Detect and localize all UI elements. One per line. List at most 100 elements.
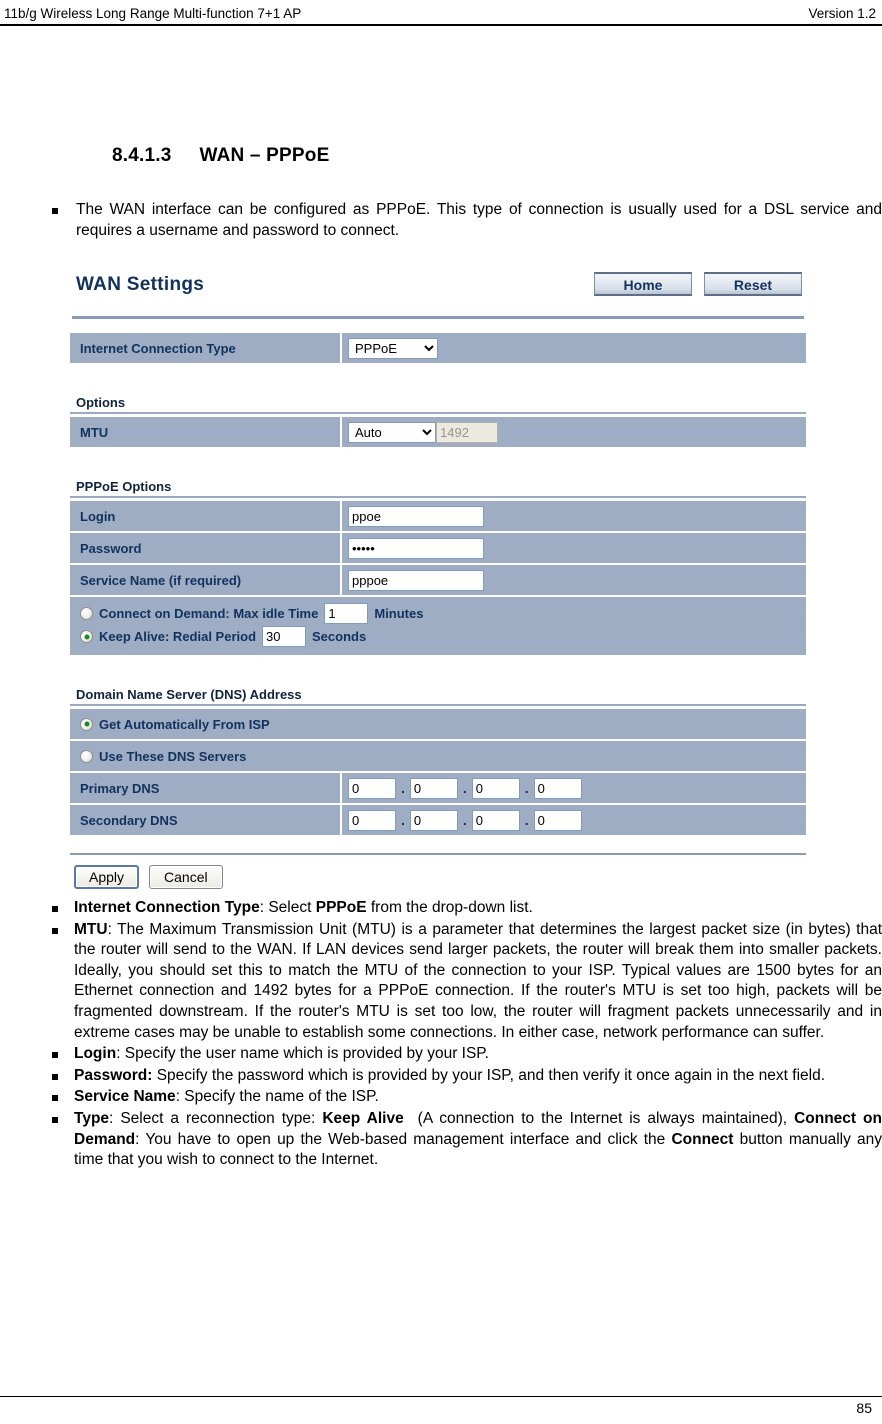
keep-alive-label: Keep Alive: Redial Period	[99, 629, 257, 644]
secondary-dns-value: . . .	[342, 805, 806, 835]
keep-alive-radio-icon[interactable]	[80, 630, 93, 643]
header-product-name: 11b/g Wireless Long Range Multi-function…	[4, 5, 302, 21]
keep-alive-option[interactable]: Keep Alive: Redial Period Seconds	[80, 626, 806, 647]
intro-paragraph: The WAN interface can be configured as P…	[76, 201, 882, 239]
mtu-value-input	[436, 421, 498, 443]
dns-auto-radio-icon[interactable]	[80, 717, 93, 731]
section-number: 8.4.1.3	[112, 145, 172, 166]
footer-divider	[0, 1396, 882, 1397]
document-running-header: 11b/g Wireless Long Range Multi-function…	[0, 0, 882, 26]
section-spacer-3	[68, 657, 808, 687]
dns-dot-separator: .	[401, 812, 405, 828]
dns-dot-separator: .	[462, 780, 467, 796]
connect-on-demand-radio-icon[interactable]	[80, 607, 93, 620]
login-value	[342, 501, 806, 531]
header-version: Version 1.2	[808, 5, 876, 21]
section-title: WAN – PPPoE	[199, 145, 330, 166]
max-idle-time-unit: Minutes	[374, 606, 424, 621]
dns-group-header: Domain Name Server (DNS) Address	[70, 687, 806, 706]
description-password: Password: Specify the password which is …	[74, 1066, 826, 1084]
secondary-dns-octet-2[interactable]	[409, 809, 458, 831]
wan-settings-topbar: WAN Settings Home Reset	[68, 272, 808, 314]
dns-dot-separator: .	[462, 812, 467, 828]
connect-on-demand-label: Connect on Demand: Max idle Time	[99, 606, 319, 621]
connect-on-demand-option[interactable]: Connect on Demand: Max idle Time Minutes	[80, 603, 806, 624]
mtu-mode-select[interactable]: Auto	[348, 421, 436, 443]
description-internet-connection-type: Internet Connection Type: Select PPPoE f…	[74, 899, 533, 916]
page-number: 85	[856, 1400, 872, 1416]
description-login: Login: Specify the user name which is pr…	[74, 1045, 489, 1063]
action-divider	[70, 853, 806, 855]
primary-dns-octet-2[interactable]	[409, 777, 458, 799]
redial-period-unit: Seconds	[312, 629, 367, 644]
internet-connection-type-value: PPPoE	[342, 333, 806, 363]
login-label: Login	[70, 501, 342, 531]
primary-dns-octet-4[interactable]	[533, 777, 582, 799]
login-row: Login	[70, 501, 806, 533]
primary-dns-octet-1[interactable]	[348, 777, 396, 799]
home-button[interactable]: Home	[594, 272, 692, 296]
password-row: Password	[70, 533, 806, 565]
list-item: MTU: The Maximum Transmission Unit (MTU)…	[52, 920, 882, 1044]
description-mtu: MTU: The Maximum Transmission Unit (MTU)…	[74, 920, 882, 1041]
redial-period-input[interactable]	[262, 626, 307, 647]
primary-dns-label: Primary DNS	[70, 773, 342, 803]
password-input[interactable]	[348, 537, 484, 559]
dns-manual-row[interactable]: Use These DNS Servers	[70, 741, 806, 773]
section-spacer-2	[68, 449, 808, 479]
service-name-label: Service Name (if required)	[70, 565, 342, 595]
secondary-dns-octet-3[interactable]	[471, 809, 520, 831]
dns-dot-separator: .	[401, 780, 405, 796]
header-divider	[0, 24, 882, 26]
square-bullet-icon	[52, 208, 58, 214]
page-title: 8.4.1.3 WAN – PPPoE	[112, 145, 329, 167]
list-item: Password: Specify the password which is …	[52, 1066, 882, 1087]
square-bullet-icon	[52, 927, 58, 934]
title-divider	[72, 316, 804, 319]
internet-connection-type-select[interactable]: PPPoE	[348, 337, 438, 359]
reconnect-mode-group: Connect on Demand: Max idle Time Minutes…	[70, 597, 806, 657]
pppoe-options-group-header: PPPoE Options	[70, 479, 806, 498]
cancel-button[interactable]: Cancel	[149, 865, 223, 890]
description-type: Type: Select a reconnection type: Keep A…	[74, 1110, 882, 1169]
internet-connection-type-row: Internet Connection Type PPPoE	[70, 333, 806, 365]
intro-bullet-item: The WAN interface can be configured as P…	[52, 200, 882, 241]
reset-button[interactable]: Reset	[704, 272, 802, 296]
dns-dot-separator: .	[524, 780, 529, 796]
dns-dot-separator: .	[524, 812, 529, 828]
field-description-list: Internet Connection Type: Select PPPoE f…	[52, 898, 882, 1172]
secondary-dns-octet-4[interactable]	[533, 809, 582, 831]
password-label: Password	[70, 533, 342, 563]
wan-settings-screenshot: WAN Settings Home Reset Internet Connect…	[68, 272, 808, 894]
options-group-header: Options	[70, 395, 806, 414]
list-item: Internet Connection Type: Select PPPoE f…	[52, 898, 882, 919]
dns-manual-label: Use These DNS Servers	[99, 748, 247, 764]
internet-connection-type-label: Internet Connection Type	[70, 333, 342, 363]
dns-auto-row[interactable]: Get Automatically From ISP	[70, 709, 806, 741]
password-value	[342, 533, 806, 563]
primary-dns-row: Primary DNS . . .	[70, 773, 806, 805]
primary-dns-octet-3[interactable]	[471, 777, 520, 799]
description-service-name: Service Name: Specify the name of the IS…	[74, 1088, 379, 1106]
mtu-row: MTU Auto	[70, 417, 806, 449]
square-bullet-icon	[52, 906, 58, 912]
square-bullet-icon	[52, 1052, 58, 1059]
service-name-row: Service Name (if required)	[70, 565, 806, 597]
square-bullet-icon	[52, 1117, 58, 1124]
primary-dns-value: . . .	[342, 773, 806, 803]
apply-button[interactable]: Apply	[74, 865, 140, 890]
login-input[interactable]	[348, 505, 484, 527]
square-bullet-icon	[52, 1095, 58, 1102]
secondary-dns-octet-1[interactable]	[348, 809, 396, 831]
secondary-dns-row: Secondary DNS . . .	[70, 805, 806, 837]
service-name-value	[342, 565, 806, 595]
wan-settings-nav-buttons: Home Reset	[594, 272, 802, 296]
dns-manual-radio-icon[interactable]	[80, 749, 93, 763]
service-name-input[interactable]	[348, 569, 484, 591]
mtu-value: Auto	[342, 417, 806, 447]
max-idle-time-input[interactable]	[324, 603, 369, 624]
list-item: Service Name: Specify the name of the IS…	[52, 1087, 882, 1108]
list-item: Type: Select a reconnection type: Keep A…	[52, 1109, 882, 1171]
list-item: Login: Specify the user name which is pr…	[52, 1044, 882, 1065]
